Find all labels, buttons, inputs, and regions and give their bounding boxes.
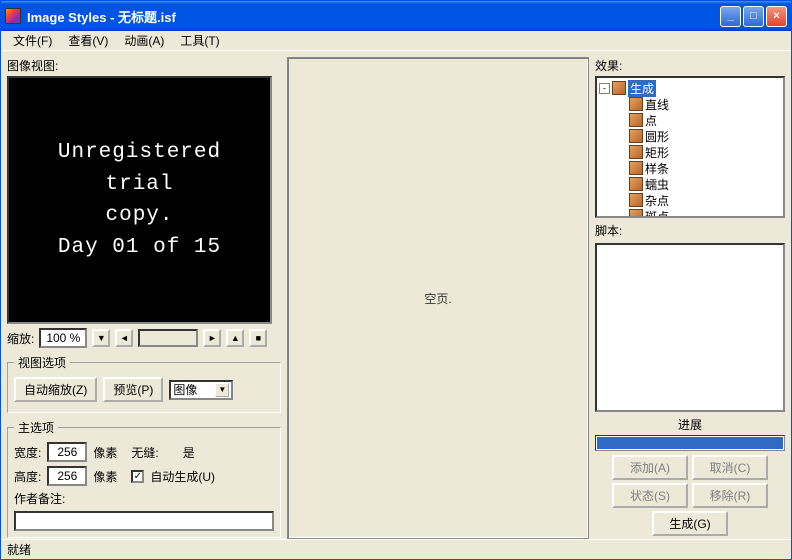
view-options-legend: 视图选项 bbox=[14, 354, 70, 371]
zoom-value: 100 % bbox=[39, 328, 87, 348]
chevron-down-icon: ▼ bbox=[215, 383, 229, 397]
window-title: Image Styles - 无标题.isf bbox=[27, 7, 718, 26]
generate-button[interactable]: 生成(G) bbox=[652, 511, 728, 536]
maximize-button[interactable]: □ bbox=[743, 6, 764, 27]
preview-button[interactable]: 预览(P) bbox=[103, 377, 163, 402]
progress-bar bbox=[595, 435, 785, 451]
tree-item[interactable]: 矩形 bbox=[599, 144, 781, 160]
right-column: 效果: - 生成 直线 点 圆形 矩形 样条 蠕虫 杂点 斑点 脚本: 进展 bbox=[595, 57, 785, 539]
empty-page-text: 空页. bbox=[424, 290, 451, 307]
effect-icon bbox=[629, 145, 643, 159]
progress-section: 进展 添加(A) 取消(C) 状态(S) 移除(R) 生成(G) bbox=[595, 416, 785, 539]
cancel-button[interactable]: 取消(C) bbox=[692, 455, 768, 480]
minimize-button[interactable]: _ bbox=[720, 6, 741, 27]
zoom-row: 缩放: 100 % ▼ ◄ ► ▲ ■ bbox=[7, 328, 281, 348]
effects-label: 效果: bbox=[595, 57, 785, 74]
autogen-checkbox[interactable]: ✓ bbox=[131, 470, 144, 483]
tree-item[interactable]: 直线 bbox=[599, 96, 781, 112]
progress-label: 进展 bbox=[678, 418, 702, 432]
slider-left-button[interactable]: ◄ bbox=[115, 329, 133, 347]
zoom-up-button[interactable]: ▲ bbox=[226, 329, 244, 347]
height-unit: 像素 bbox=[93, 468, 117, 485]
titlebar[interactable]: Image Styles - 无标题.isf _ □ × bbox=[1, 1, 791, 31]
view-options-group: 视图选项 自动缩放(Z) 预览(P) 图像 ▼ bbox=[7, 354, 281, 413]
collapse-icon[interactable]: - bbox=[599, 83, 610, 94]
folder-icon bbox=[612, 81, 626, 95]
effect-icon bbox=[629, 113, 643, 127]
image-mode-value: 图像 bbox=[173, 381, 197, 398]
effects-tree[interactable]: - 生成 直线 点 圆形 矩形 样条 蠕虫 杂点 斑点 bbox=[595, 76, 785, 218]
width-unit: 像素 bbox=[93, 444, 117, 461]
remove-button[interactable]: 移除(R) bbox=[692, 483, 768, 508]
tree-item[interactable]: 斑点 bbox=[599, 208, 781, 218]
middle-column: 空页. bbox=[287, 57, 589, 539]
left-column: 图像视图: Unregistered trial copy. Day 01 of… bbox=[7, 57, 281, 539]
script-box[interactable] bbox=[595, 243, 785, 412]
effect-icon bbox=[629, 193, 643, 207]
tree-item[interactable]: 点 bbox=[599, 112, 781, 128]
effect-icon bbox=[629, 97, 643, 111]
status-text: 就绪 bbox=[7, 541, 31, 558]
script-label: 脚本: bbox=[595, 222, 785, 239]
client-area: 图像视图: Unregistered trial copy. Day 01 of… bbox=[1, 51, 791, 539]
zoom-label: 缩放: bbox=[7, 330, 34, 347]
menubar: 文件(F) 查看(V) 动画(A) 工具(T) bbox=[1, 31, 791, 51]
app-icon bbox=[5, 8, 21, 24]
menu-file[interactable]: 文件(F) bbox=[5, 30, 60, 51]
effect-icon bbox=[629, 161, 643, 175]
auto-zoom-button[interactable]: 自动缩放(Z) bbox=[14, 377, 97, 402]
main-options-legend: 主选项 bbox=[14, 419, 58, 436]
menu-tools[interactable]: 工具(T) bbox=[172, 30, 227, 51]
image-view-label: 图像视图: bbox=[7, 57, 281, 74]
page-canvas[interactable]: 空页. bbox=[287, 57, 589, 539]
tree-item[interactable]: 圆形 bbox=[599, 128, 781, 144]
close-button[interactable]: × bbox=[766, 6, 787, 27]
status-button[interactable]: 状态(S) bbox=[612, 483, 688, 508]
image-mode-combo[interactable]: 图像 ▼ bbox=[169, 380, 233, 400]
author-label: 作者备注: bbox=[14, 490, 65, 507]
seamless-value: 是 bbox=[165, 444, 195, 461]
main-options-group: 主选项 宽度: 256 像素 无缝: 是 高度: 256 像素 ✓ 自动生成(U… bbox=[7, 419, 281, 538]
tree-item[interactable]: 蠕虫 bbox=[599, 176, 781, 192]
zoom-fit-button[interactable]: ■ bbox=[249, 329, 267, 347]
autogen-label: 自动生成(U) bbox=[150, 468, 215, 485]
add-button[interactable]: 添加(A) bbox=[612, 455, 688, 480]
height-input[interactable]: 256 bbox=[47, 466, 87, 486]
tree-root-label: 生成 bbox=[628, 80, 656, 97]
slider-right-button[interactable]: ► bbox=[203, 329, 221, 347]
tree-item[interactable]: 杂点 bbox=[599, 192, 781, 208]
seamless-label: 无缝: bbox=[131, 444, 158, 461]
effect-icon bbox=[629, 209, 643, 218]
zoom-slider[interactable] bbox=[138, 329, 198, 347]
width-label: 宽度: bbox=[14, 444, 41, 461]
width-input[interactable]: 256 bbox=[47, 442, 87, 462]
app-window: Image Styles - 无标题.isf _ □ × 文件(F) 查看(V)… bbox=[0, 0, 792, 560]
menu-view[interactable]: 查看(V) bbox=[60, 30, 116, 51]
effect-icon bbox=[629, 177, 643, 191]
author-input[interactable] bbox=[14, 511, 274, 531]
zoom-down-button[interactable]: ▼ bbox=[92, 329, 110, 347]
menu-anim[interactable]: 动画(A) bbox=[116, 30, 172, 51]
statusbar: 就绪 bbox=[1, 539, 791, 559]
tree-item[interactable]: 样条 bbox=[599, 160, 781, 176]
image-preview: Unregistered trial copy. Day 01 of 15 bbox=[7, 76, 272, 324]
effect-icon bbox=[629, 129, 643, 143]
height-label: 高度: bbox=[14, 468, 41, 485]
tree-root[interactable]: - 生成 bbox=[599, 80, 781, 96]
